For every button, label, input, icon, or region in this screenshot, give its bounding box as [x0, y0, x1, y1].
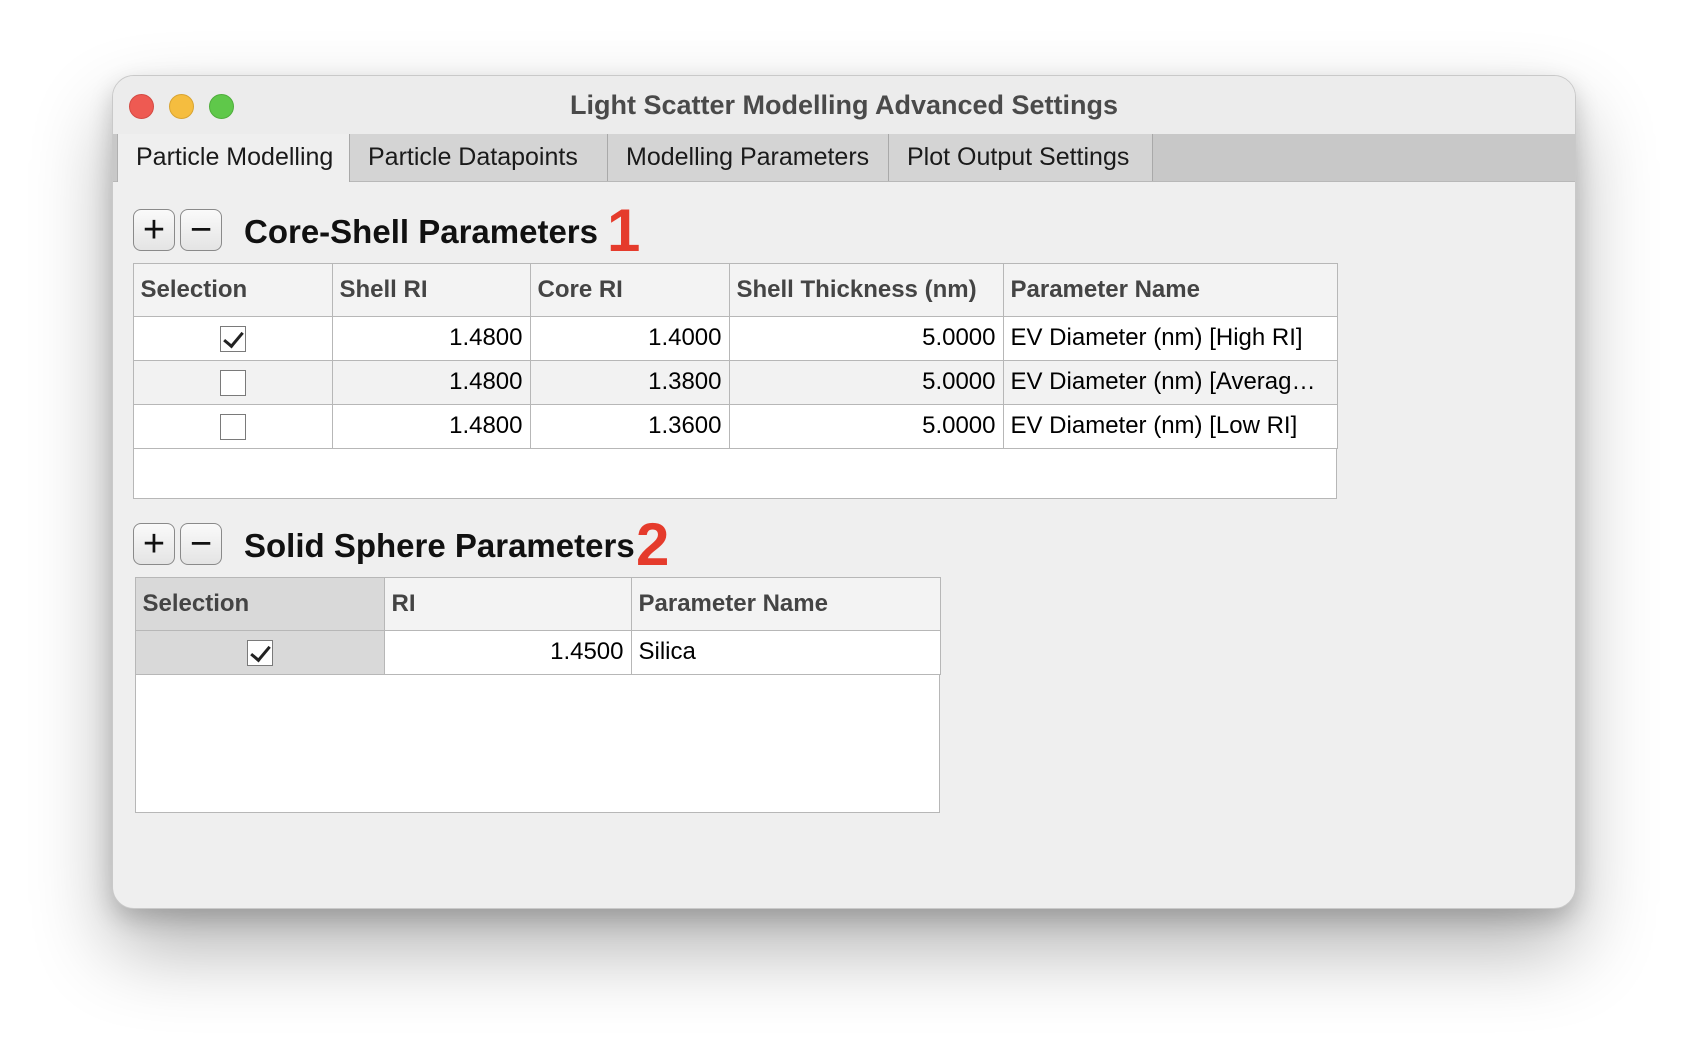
column-header-shell-ri[interactable]: Shell RI — [331, 262, 531, 317]
tab-modelling-parameters[interactable]: Modelling Parameters — [608, 134, 889, 181]
remove-solid-sphere-button[interactable]: − — [180, 523, 222, 565]
column-header-parameter-name[interactable]: Parameter Name — [1002, 262, 1338, 317]
tab-bar: Particle Modelling Particle Datapoints M… — [113, 134, 1575, 182]
core-ri-cell[interactable]: 1.3800 — [529, 359, 730, 405]
column-header-shell-thickness[interactable]: Shell Thickness (nm) — [728, 262, 1004, 317]
parameter-name-cell[interactable]: EV Diameter (nm) [Averag… — [1002, 359, 1338, 405]
column-header-selection[interactable]: Selection — [134, 576, 385, 631]
solid-sphere-badge: 2 — [636, 511, 670, 578]
checkbox-unchecked[interactable] — [219, 369, 246, 396]
table-row[interactable]: 1.4800 1.3600 5.0000 EV Diameter (nm) [L… — [132, 403, 1338, 449]
tab-plot-output-settings[interactable]: Plot Output Settings — [889, 134, 1153, 181]
column-header-parameter-name[interactable]: Parameter Name — [630, 576, 941, 631]
solid-sphere-title: Solid Sphere Parameters — [244, 527, 635, 564]
settings-window: Light Scatter Modelling Advanced Setting… — [112, 75, 1576, 909]
particle-modelling-panel: + − Core-Shell Parameters 1 Selection Sh… — [113, 181, 1575, 908]
add-solid-sphere-button[interactable]: + — [133, 523, 175, 565]
selection-cell[interactable] — [132, 315, 333, 361]
table-row[interactable]: 1.4800 1.3800 5.0000 EV Diameter (nm) [A… — [132, 359, 1338, 405]
parameter-name-cell[interactable]: Silica — [630, 629, 941, 675]
shell-ri-cell[interactable]: 1.4800 — [331, 359, 531, 405]
add-core-shell-button[interactable]: + — [133, 209, 175, 251]
selection-cell[interactable] — [132, 359, 333, 405]
column-header-ri[interactable]: RI — [383, 576, 632, 631]
parameter-name-cell[interactable]: EV Diameter (nm) [Low RI] — [1002, 403, 1338, 449]
parameter-name-cell[interactable]: EV Diameter (nm) [High RI] — [1002, 315, 1338, 361]
table-row[interactable]: 1.4500 Silica — [134, 629, 941, 675]
core-ri-cell[interactable]: 1.4000 — [529, 315, 730, 361]
column-header-core-ri[interactable]: Core RI — [529, 262, 730, 317]
title-bar: Light Scatter Modelling Advanced Setting… — [113, 76, 1575, 135]
shell-thickness-cell[interactable]: 5.0000 — [728, 403, 1004, 449]
core-ri-cell[interactable]: 1.3600 — [529, 403, 730, 449]
solid-sphere-table: Selection RI Parameter Name 1.4500 Silic… — [134, 576, 941, 675]
core-shell-table: Selection Shell RI Core RI Shell Thickne… — [132, 262, 1338, 449]
ri-cell[interactable]: 1.4500 — [383, 629, 632, 675]
remove-core-shell-button[interactable]: − — [180, 209, 222, 251]
window-title: Light Scatter Modelling Advanced Setting… — [569, 90, 1119, 120]
solid-sphere-table-area[interactable]: Selection RI Parameter Name 1.4500 Silic… — [134, 576, 941, 813]
shell-thickness-cell[interactable]: 5.0000 — [728, 359, 1004, 405]
table-row[interactable]: 1.4800 1.4000 5.0000 EV Diameter (nm) [H… — [132, 315, 1338, 361]
core-shell-badge: 1 — [607, 197, 641, 264]
column-header-selection[interactable]: Selection — [132, 262, 333, 317]
selection-cell[interactable] — [134, 629, 385, 675]
shell-ri-cell[interactable]: 1.4800 — [331, 403, 531, 449]
shell-thickness-cell[interactable]: 5.0000 — [728, 315, 1004, 361]
core-shell-table-area[interactable]: Selection Shell RI Core RI Shell Thickne… — [132, 262, 1338, 499]
core-shell-title: Core-Shell Parameters — [244, 213, 598, 250]
tab-particle-datapoints[interactable]: Particle Datapoints — [350, 134, 608, 181]
checkbox-unchecked[interactable] — [219, 413, 246, 440]
checkbox-checked[interactable] — [246, 639, 273, 666]
shell-ri-cell[interactable]: 1.4800 — [331, 315, 531, 361]
selection-cell[interactable] — [132, 403, 333, 449]
checkbox-checked[interactable] — [219, 325, 246, 352]
tab-particle-modelling[interactable]: Particle Modelling — [117, 134, 350, 182]
